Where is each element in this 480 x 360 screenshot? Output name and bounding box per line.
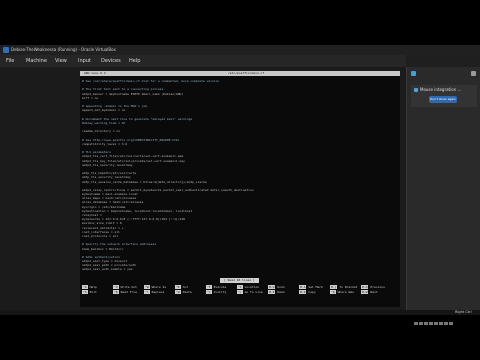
menu-devices[interactable]: Devices xyxy=(101,55,121,67)
shortcut-key: ^C xyxy=(237,285,243,289)
device-tray xyxy=(414,310,454,325)
network-icon[interactable] xyxy=(429,322,433,325)
notice-title: Mouse integration ... xyxy=(420,87,462,92)
shortcut-key: M-U xyxy=(268,285,276,289)
nano-shortcut: ^R Read File xyxy=(113,290,137,295)
shortcut-key: M-Q xyxy=(361,285,369,289)
shortcut-label: Write Out xyxy=(120,285,137,289)
shortcut-label: Undo xyxy=(277,285,285,289)
message-icon[interactable] xyxy=(471,71,476,76)
shortcut-key: ^X xyxy=(82,290,88,294)
menu-machine[interactable]: Machine xyxy=(26,55,47,67)
shortcut-label: Previous xyxy=(370,285,385,289)
shortcut-label: Redo xyxy=(277,290,285,294)
file-content[interactable]: # See /usr/share/postfix/main.cf.dist fo… xyxy=(82,79,396,272)
menu-help[interactable]: Help xyxy=(129,55,140,67)
nano-shortcut: ^/Go To Line xyxy=(237,290,263,295)
shortcut-key: ^T xyxy=(206,285,212,289)
shortcut-key: ^R xyxy=(113,290,119,294)
nano-shortcut: ^X Exit xyxy=(82,290,97,295)
shortcut-key: M-A xyxy=(299,285,307,289)
shortcut-key: ^W xyxy=(144,285,150,289)
shortcut-row: ^X Exit ^R Read File ^\ Replace ^U Paste ^J Justi… xyxy=(82,290,400,295)
shortcut-label: Read File xyxy=(120,290,137,294)
nano-shortcut: M-6 Copy xyxy=(299,290,316,295)
shortcut-label: Paste xyxy=(182,290,192,294)
nano-shortcut: ^J Justify xyxy=(206,290,226,295)
shortcut-key: M-W xyxy=(361,290,369,294)
menu-bar: File Machine View Input Devices Help xyxy=(0,55,406,67)
shortcut-label: Set Mark xyxy=(308,285,323,289)
shortcut-label: Execute xyxy=(213,285,227,289)
shortcut-label: Next xyxy=(370,290,378,294)
window-title: Debian-TheWeaknessa (Running) - Oracle V… xyxy=(11,47,116,52)
shortcut-key: ^K xyxy=(175,285,181,289)
shared-folder-icon[interactable] xyxy=(434,322,438,325)
shortcut-label: Replace xyxy=(151,290,165,294)
dont-show-again-button[interactable]: Don't show again xyxy=(429,96,457,103)
usb-icon[interactable] xyxy=(424,322,428,325)
nano-shortcut-bar: ^G Help ^O Write Out ^W Where Is ^K Cut ^T Execut… xyxy=(82,285,400,295)
code-line[interactable]: smtpd_sasl_auth_enable = yes xyxy=(82,267,396,271)
shortcut-key: ^G xyxy=(82,285,88,289)
nano-version: GNU nano 6.2 xyxy=(84,71,106,75)
shortcut-label: Justify xyxy=(213,290,227,294)
recording-icon[interactable] xyxy=(444,322,448,325)
shortcut-key: ^O xyxy=(113,285,119,289)
shortcut-key: ^/ xyxy=(237,290,243,294)
virtualbox-logo-icon xyxy=(3,47,9,53)
shortcut-key: ^J xyxy=(206,290,212,294)
shortcut-label: Help xyxy=(89,285,97,289)
nano-title-bar: GNU nano 6.2 /etc/postfix/main.cf xyxy=(80,71,400,76)
vm-status-bar xyxy=(0,310,480,325)
shortcut-label: Location xyxy=(244,285,260,289)
nano-shortcut: ^U Paste xyxy=(175,290,192,295)
shortcut-key: M-E xyxy=(268,290,276,294)
nano-shortcut: ^Q Where Was xyxy=(330,290,354,295)
display-icon[interactable] xyxy=(439,322,443,325)
shortcut-key: M-] xyxy=(330,285,338,289)
network-status-icon[interactable] xyxy=(411,71,416,76)
nano-shortcut: M-W Next xyxy=(361,290,378,295)
host-key-label: Right Ctrl xyxy=(455,310,472,314)
mouse-integration-notice: Mouse integration ... Don't show again xyxy=(411,85,477,107)
shortcut-key: ^U xyxy=(175,290,181,294)
menu-file[interactable]: File xyxy=(6,55,14,67)
menu-view[interactable]: View xyxy=(55,55,67,67)
shortcut-key: M-6 xyxy=(299,290,307,294)
guest-display[interactable]: GNU nano 6.2 /etc/postfix/main.cf # See … xyxy=(0,67,406,315)
shortcut-label: Exit xyxy=(89,290,97,294)
notification-center: Mouse integration ... Don't show again xyxy=(406,67,480,315)
shortcut-label: Cut xyxy=(182,285,189,289)
nano-shortcut: M-E Redo xyxy=(268,290,285,295)
cpu-icon[interactable] xyxy=(449,322,453,325)
disk-icon[interactable] xyxy=(414,322,418,325)
shortcut-label: Go To Line xyxy=(244,290,263,294)
shortcut-label: Where Was xyxy=(337,290,354,294)
shortcut-label: Copy xyxy=(308,290,316,294)
nano-status-message: [ Read 48 lines ] xyxy=(220,278,259,283)
window-titlebar: Debian-TheWeaknessa (Running) - Oracle V… xyxy=(0,45,480,55)
shortcut-label: Where Is xyxy=(151,285,167,289)
nano-filename: /etc/postfix/main.cf xyxy=(228,71,265,75)
virtualbox-window: Debian-TheWeaknessa (Running) - Oracle V… xyxy=(0,45,480,315)
shortcut-key: ^Q xyxy=(330,290,336,294)
nano-editor[interactable]: GNU nano 6.2 /etc/postfix/main.cf # See … xyxy=(80,71,400,307)
info-icon xyxy=(414,88,418,92)
menu-input[interactable]: Input xyxy=(78,55,91,67)
nano-shortcut: ^\ Replace xyxy=(144,290,164,295)
optical-icon[interactable] xyxy=(419,322,423,325)
shortcut-label: To Bracket xyxy=(339,285,358,289)
shortcut-key: ^\ xyxy=(144,290,150,294)
